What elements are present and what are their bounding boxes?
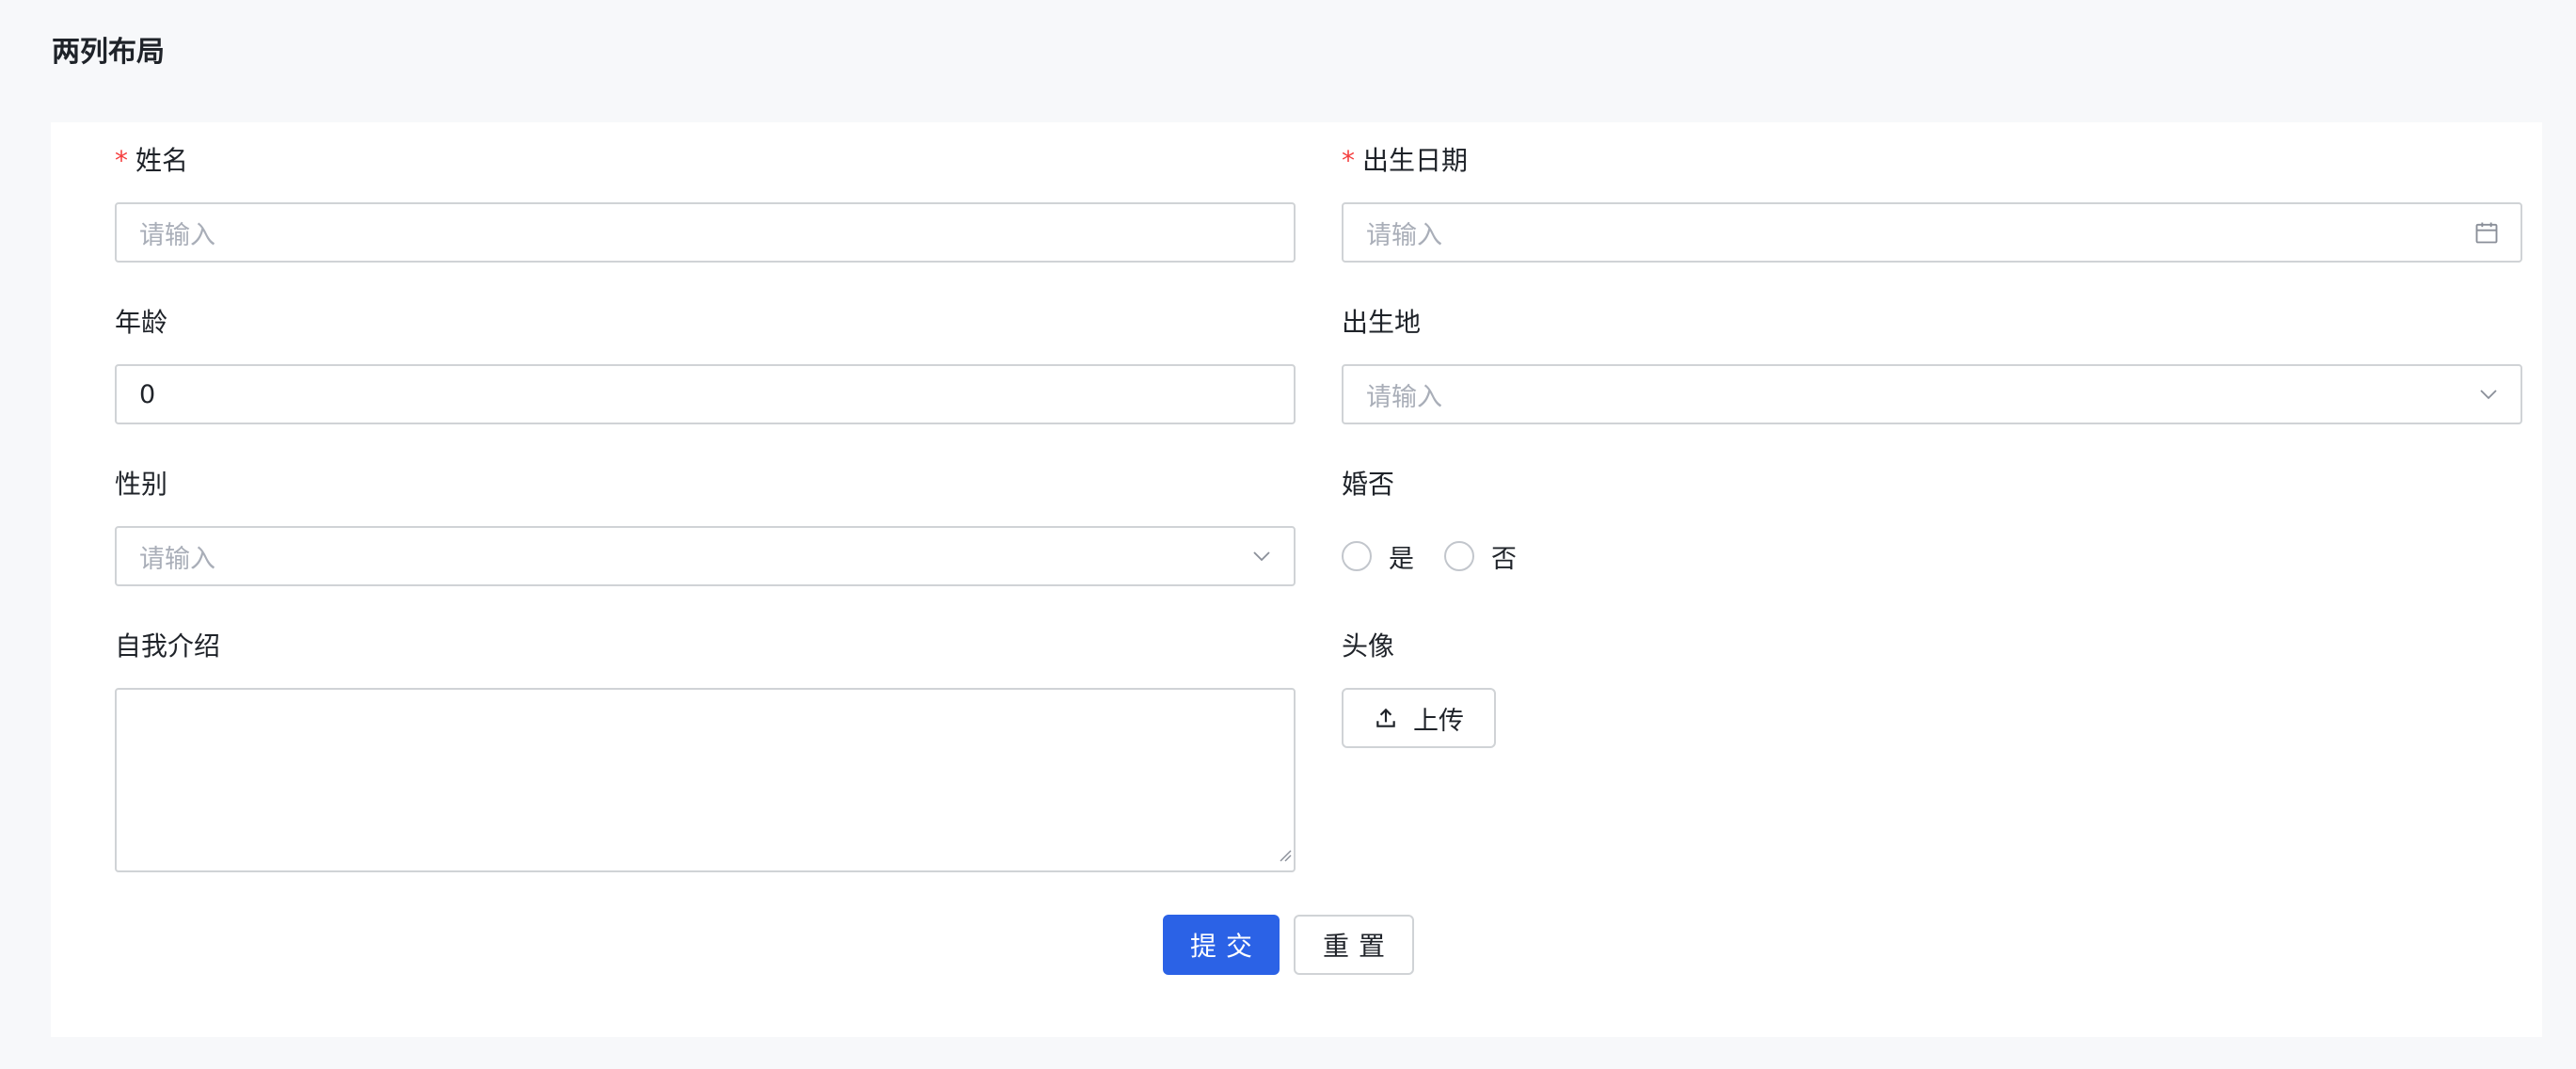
- age-field: 年龄 0: [115, 305, 1296, 424]
- married-field: 婚否 是 否: [1342, 467, 2522, 586]
- radio-circle[interactable]: [1342, 541, 1372, 571]
- avatar-field: 头像 上传: [1342, 629, 2522, 748]
- birthplace-field: 出生地 请输入: [1342, 305, 2522, 424]
- married-option-yes-label: 是: [1389, 544, 1414, 574]
- birthdate-picker[interactable]: 请输入: [1342, 202, 2522, 263]
- calendar-icon[interactable]: [2473, 219, 2500, 246]
- required-mark: *: [115, 145, 128, 176]
- reset-button[interactable]: 重置: [1294, 915, 1414, 975]
- name-label-text: 姓名: [135, 145, 189, 176]
- gender-select[interactable]: 请输入: [115, 526, 1296, 586]
- birthdate-placeholder: 请输入: [1366, 220, 1442, 250]
- upload-button[interactable]: 上传: [1342, 688, 1496, 748]
- married-option-no-label: 否: [1491, 544, 1517, 574]
- birthplace-label: 出生地: [1342, 307, 1422, 338]
- chevron-down-icon[interactable]: [1250, 545, 1273, 567]
- submit-button[interactable]: 提交: [1163, 915, 1280, 975]
- intro-field: 自我介绍: [115, 629, 1296, 872]
- birthdate-label-text: 出生日期: [1362, 145, 1469, 176]
- chevron-down-icon[interactable]: [2477, 383, 2500, 406]
- married-radio-group: 是 否: [1342, 526, 2522, 586]
- age-label: 年龄: [115, 307, 168, 338]
- gender-field: 性别 请输入: [115, 467, 1296, 586]
- radio-circle[interactable]: [1444, 541, 1474, 571]
- birthplace-select[interactable]: 请输入: [1342, 364, 2522, 424]
- page-title: 两列布局: [52, 36, 165, 69]
- birthdate-label: * 出生日期: [1342, 143, 2522, 179]
- age-input[interactable]: 0: [115, 364, 1296, 424]
- intro-label: 自我介绍: [115, 630, 221, 662]
- married-label: 婚否: [1342, 469, 1395, 500]
- birthdate-field: * 出生日期 请输入: [1342, 143, 2522, 263]
- form-card: * 姓名 请输入 * 出生日期 请输入 年龄 0 出生地 请输入 性别 请输入 …: [51, 122, 2542, 1037]
- gender-label: 性别: [115, 469, 168, 500]
- upload-button-label: 上传: [1413, 706, 1464, 736]
- required-mark: *: [1342, 145, 1355, 176]
- intro-textarea[interactable]: [115, 688, 1296, 872]
- married-option-yes[interactable]: 是: [1342, 538, 1414, 575]
- birthplace-placeholder: 请输入: [1366, 382, 1442, 412]
- gender-placeholder: 请输入: [139, 544, 215, 574]
- name-input[interactable]: 请输入: [115, 202, 1296, 263]
- avatar-label: 头像: [1342, 630, 1395, 662]
- name-label: * 姓名: [115, 143, 1296, 179]
- married-option-no[interactable]: 否: [1444, 538, 1517, 575]
- name-field: * 姓名 请输入: [115, 143, 1296, 263]
- upload-icon: [1374, 706, 1398, 730]
- age-value: 0: [139, 379, 156, 409]
- resize-handle-icon[interactable]: [1277, 839, 1292, 869]
- name-placeholder: 请输入: [139, 220, 215, 250]
